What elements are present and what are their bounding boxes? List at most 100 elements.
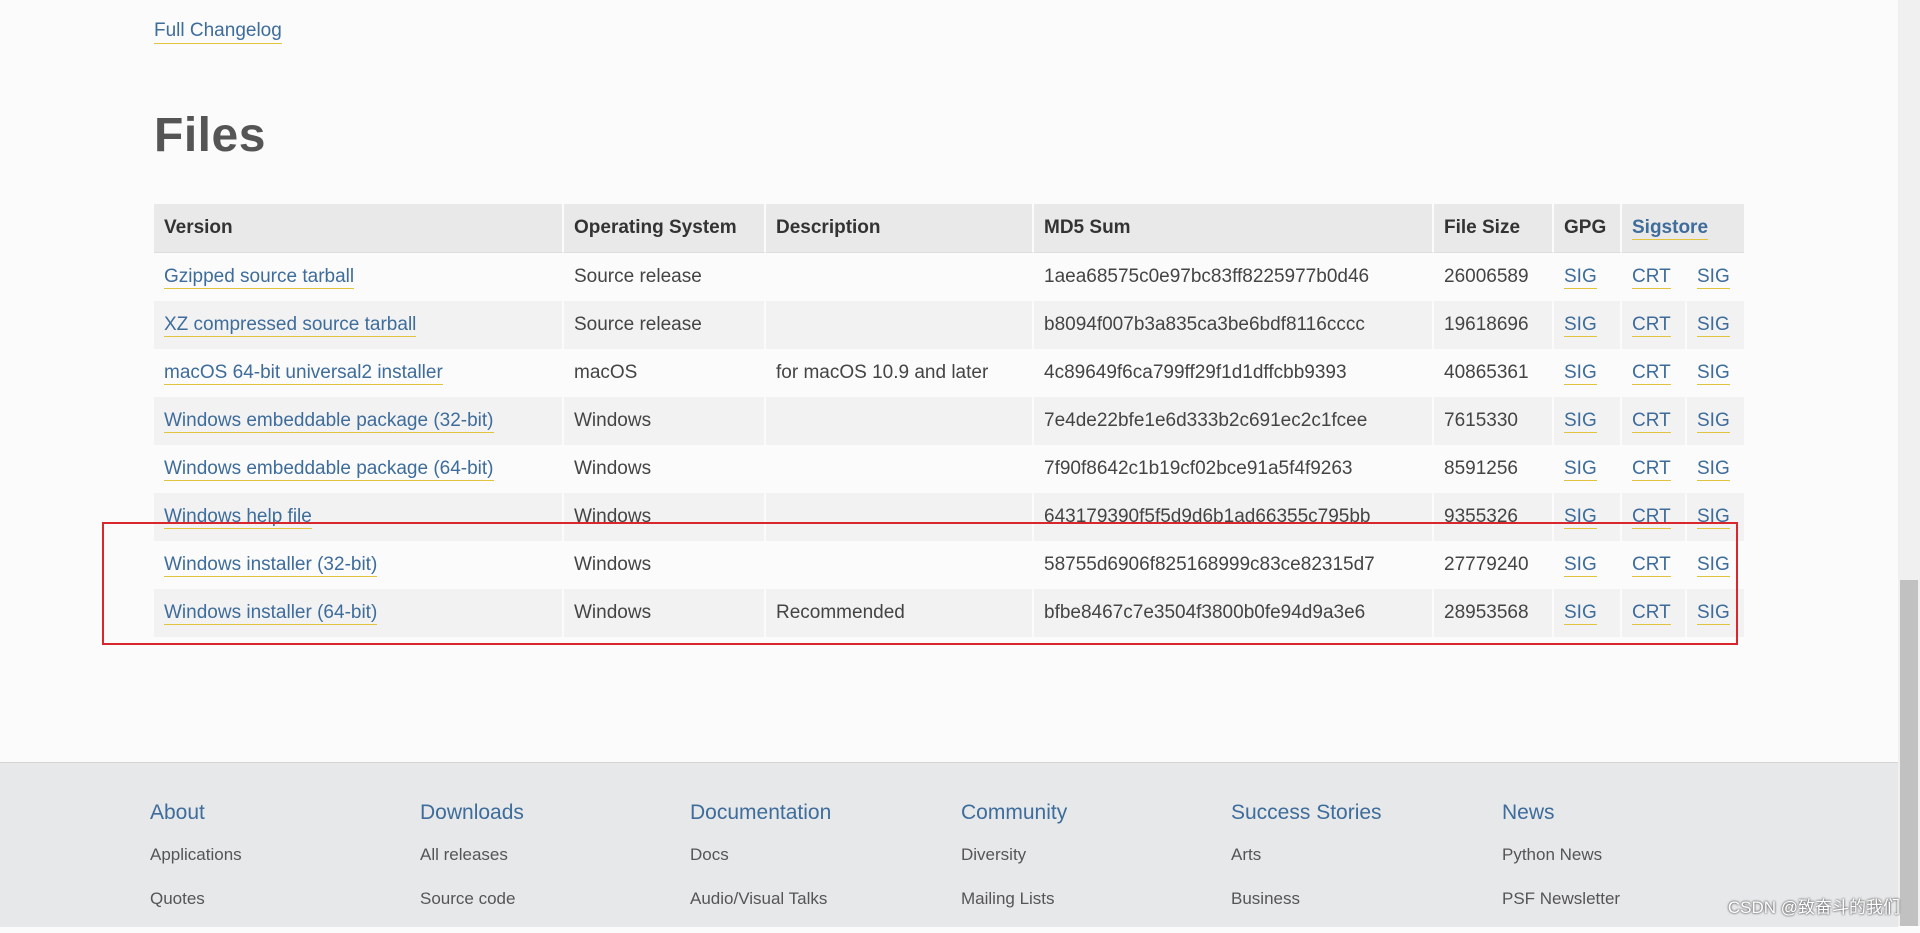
description-cell (766, 397, 1034, 445)
sigstore-crt-link[interactable]: CRT (1632, 458, 1671, 481)
gpg-sig-link[interactable]: SIG (1564, 410, 1597, 433)
gpg-sig-link[interactable]: SIG (1564, 554, 1597, 577)
header-sigstore: Sigstore (1622, 204, 1744, 253)
sigstore-sig-link[interactable]: SIG (1697, 506, 1730, 529)
footer-heading-link[interactable]: Success Stories (1231, 801, 1382, 825)
header-size: File Size (1434, 204, 1554, 253)
gpg-cell: SIG (1554, 445, 1622, 493)
gpg-cell: SIG (1554, 541, 1622, 589)
size-cell: 8591256 (1434, 445, 1554, 493)
sigstore-crt-link[interactable]: CRT (1632, 314, 1671, 337)
sigstore-link[interactable]: Sigstore (1632, 217, 1709, 240)
table-row: macOS 64-bit universal2 installer macOS fo… (154, 349, 1744, 397)
description-cell (766, 253, 1034, 301)
table-row: Windows help file Windows 643179390f5f5d9d… (154, 493, 1744, 541)
gpg-sig-link[interactable]: SIG (1564, 314, 1597, 337)
sigstore-sig-link[interactable]: SIG (1697, 410, 1730, 433)
version-link[interactable]: Windows installer (32-bit) (164, 554, 378, 577)
sig-cell: SIG (1687, 301, 1744, 349)
footer-heading-link[interactable]: Community (961, 801, 1067, 825)
gpg-cell: SIG (1554, 253, 1622, 301)
sigstore-crt-link[interactable]: CRT (1632, 410, 1671, 433)
sigstore-crt-link[interactable]: CRT (1632, 362, 1671, 385)
sigstore-sig-link[interactable]: SIG (1697, 458, 1730, 481)
sig-cell: SIG (1687, 349, 1744, 397)
footer-heading-link[interactable]: About (150, 801, 242, 825)
gpg-cell: SIG (1554, 349, 1622, 397)
size-cell: 28953568 (1434, 589, 1554, 637)
md5-cell: 643179390f5f5d9d6b1ad66355c795bb (1034, 493, 1434, 541)
crt-cell: CRT (1622, 301, 1687, 349)
scrollbar-thumb[interactable] (1900, 580, 1918, 926)
md5-cell: 1aea68575c0e97bc83ff8225977b0d46 (1034, 253, 1434, 301)
size-cell: 19618696 (1434, 301, 1554, 349)
sigstore-sig-link[interactable]: SIG (1697, 554, 1730, 577)
version-link[interactable]: macOS 64-bit universal2 installer (164, 362, 443, 385)
gpg-sig-link[interactable]: SIG (1564, 458, 1597, 481)
version-link[interactable]: XZ compressed source tarball (164, 314, 417, 337)
footer-heading-link[interactable]: Downloads (420, 801, 524, 825)
crt-cell: CRT (1622, 541, 1687, 589)
version-cell: macOS 64-bit universal2 installer (154, 349, 564, 397)
site-footer: About Applications Quotes Downloads All rele… (0, 762, 1898, 927)
os-cell: Windows (564, 397, 766, 445)
sigstore-crt-link[interactable]: CRT (1632, 554, 1671, 577)
scrollbar-track[interactable] (1898, 0, 1920, 926)
version-link[interactable]: Windows help file (164, 506, 312, 529)
md5-cell: 7f90f8642c1b19cf02bce91a5f4f9263 (1034, 445, 1434, 493)
gpg-sig-link[interactable]: SIG (1564, 266, 1597, 289)
sigstore-sig-link[interactable]: SIG (1697, 362, 1730, 385)
description-cell (766, 541, 1034, 589)
description-cell (766, 301, 1034, 349)
footer-link[interactable]: Audio/Visual Talks (690, 889, 831, 909)
md5-cell: 58755d6906f825168999c83ce82315d7 (1034, 541, 1434, 589)
footer-link[interactable]: Applications (150, 845, 242, 865)
sigstore-sig-link[interactable]: SIG (1697, 602, 1730, 625)
footer-column: News Python News PSF Newsletter (1502, 801, 1620, 933)
os-cell: macOS (564, 349, 766, 397)
footer-column: Downloads All releases Source code (420, 801, 524, 933)
sigstore-sig-link[interactable]: SIG (1697, 314, 1730, 337)
table-row: Windows installer (64-bit) Windows Recomme… (154, 589, 1744, 637)
footer-link[interactable]: Source code (420, 889, 524, 909)
footer-link[interactable]: Python News (1502, 845, 1620, 865)
gpg-sig-link[interactable]: SIG (1564, 506, 1597, 529)
gpg-sig-link[interactable]: SIG (1564, 362, 1597, 385)
footer-column: Community Diversity Mailing Lists (961, 801, 1067, 933)
version-link[interactable]: Windows embeddable package (64-bit) (164, 458, 494, 481)
footer-link[interactable]: PSF Newsletter (1502, 889, 1620, 909)
description-cell (766, 445, 1034, 493)
sigstore-crt-link[interactable]: CRT (1632, 506, 1671, 529)
crt-cell: CRT (1622, 397, 1687, 445)
footer-link[interactable]: Business (1231, 889, 1382, 909)
footer-link[interactable]: Quotes (150, 889, 242, 909)
version-link[interactable]: Windows installer (64-bit) (164, 602, 378, 625)
version-cell: Windows embeddable package (64-bit) (154, 445, 564, 493)
footer-heading-link[interactable]: News (1502, 801, 1620, 825)
sigstore-sig-link[interactable]: SIG (1697, 266, 1730, 289)
sig-cell: SIG (1687, 253, 1744, 301)
version-cell: Windows embeddable package (32-bit) (154, 397, 564, 445)
os-cell: Source release (564, 301, 766, 349)
gpg-cell: SIG (1554, 397, 1622, 445)
gpg-sig-link[interactable]: SIG (1564, 602, 1597, 625)
full-changelog-link[interactable]: Full Changelog (154, 20, 282, 44)
footer-link[interactable]: Docs (690, 845, 831, 865)
size-cell: 27779240 (1434, 541, 1554, 589)
footer-heading-link[interactable]: Documentation (690, 801, 831, 825)
footer-link[interactable]: All releases (420, 845, 524, 865)
version-link[interactable]: Windows embeddable package (32-bit) (164, 410, 494, 433)
version-link[interactable]: Gzipped source tarball (164, 266, 355, 289)
sigstore-crt-link[interactable]: CRT (1632, 602, 1671, 625)
files-table: Version Operating System Description MD5… (154, 204, 1744, 637)
os-cell: Windows (564, 493, 766, 541)
footer-link[interactable]: Diversity (961, 845, 1067, 865)
size-cell: 7615330 (1434, 397, 1554, 445)
footer-link[interactable]: Arts (1231, 845, 1382, 865)
sigstore-crt-link[interactable]: CRT (1632, 266, 1671, 289)
sig-cell: SIG (1687, 493, 1744, 541)
sig-cell: SIG (1687, 541, 1744, 589)
version-cell: Windows installer (64-bit) (154, 589, 564, 637)
footer-link[interactable]: Mailing Lists (961, 889, 1067, 909)
crt-cell: CRT (1622, 589, 1687, 637)
